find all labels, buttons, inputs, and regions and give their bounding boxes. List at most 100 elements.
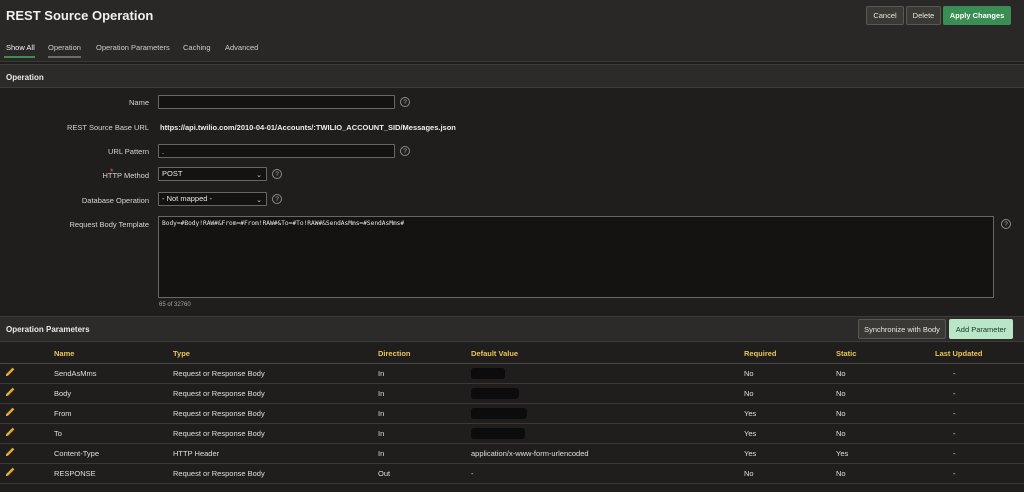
url-pattern-input[interactable] [158,144,395,158]
http-method-help-icon[interactable]: ? [272,169,282,179]
cell-default-value [467,383,740,404]
edit-column-header [0,345,50,364]
cell-default-value: application/x-www-form-urlencoded [467,443,740,464]
cell-direction: In [374,363,467,384]
cell-name: To [50,423,169,444]
tab-indicator-operation [48,56,81,58]
column-header-required[interactable]: Required [740,345,832,364]
cell-required: No [740,463,832,484]
edit-cell [0,363,50,384]
column-header-name[interactable]: Name [50,345,169,364]
cell-name: Body [50,383,169,404]
cell-default-value [467,403,740,424]
cell-name: From [50,403,169,424]
edit-cell [0,383,50,404]
db-operation-value: - Not mapped - [162,194,213,203]
redacted-value [471,367,505,379]
cell-required: No [740,383,832,404]
cell-default-value: - [467,463,740,484]
edit-cell [0,423,50,444]
cell-static: Yes [832,443,931,464]
body-template-label: Request Body Template [69,220,150,229]
chevron-down-icon: ⌄ [256,172,262,179]
cell-default-value [467,363,740,384]
active-tab-indicator [4,56,35,58]
cell-last-updated: - [931,443,1024,464]
page-title: REST Source Operation [6,8,154,23]
table-row: SendAsMms Request or Response Body In No… [0,363,1024,384]
cell-direction: In [374,423,467,444]
tab-advanced[interactable]: Advanced [225,43,258,52]
body-character-counter: 65 of 32760 [159,302,191,308]
cell-required: No [740,363,832,384]
table-row: From Request or Response Body In Yes No … [0,403,1024,424]
column-header-default-value[interactable]: Default Value [467,345,740,364]
url-pattern-help-icon[interactable]: ? [400,146,410,156]
cell-static: No [832,423,931,444]
cell-type: Request or Response Body [169,463,374,484]
cell-last-updated: - [931,383,1024,404]
edit-cell [0,443,50,464]
cell-name: SendAsMms [50,363,169,384]
cell-type: Request or Response Body [169,423,374,444]
name-label: Name [128,98,149,107]
chevron-down-icon: ⌄ [256,197,262,204]
page-header: REST Source Operation Cancel Delete Appl… [0,0,1024,34]
cell-last-updated: - [931,403,1024,424]
tab-operation[interactable]: Operation [48,43,81,52]
cell-default-value [467,423,740,444]
cell-type: Request or Response Body [169,403,374,424]
cell-required: Yes [740,443,832,464]
table-header-row: Name Type Direction Default Value Requir… [0,345,1024,364]
body-template-textarea[interactable]: Body=#Body!RAW#&From=#From!RAW#&To=#To!R… [158,216,994,298]
cell-required: Yes [740,423,832,444]
db-operation-help-icon[interactable]: ? [272,194,282,204]
cell-type: HTTP Header [169,443,374,464]
body-template-help-icon[interactable]: ? [1001,219,1011,229]
http-method-value: POST [162,169,183,178]
cell-last-updated: - [931,423,1024,444]
cell-type: Request or Response Body [169,363,374,384]
apply-changes-button[interactable]: Apply Changes [943,6,1011,25]
parameters-section-header: Operation Parameters Synchronize with Bo… [0,316,1024,342]
tab-bar: Show All Operation Operation Parameters … [0,34,1024,62]
cell-name: RESPONSE [50,463,169,484]
operation-section-header: Operation [0,64,1024,88]
tab-show-all[interactable]: Show All [6,43,35,52]
synchronize-with-body-button[interactable]: Synchronize with Body [858,319,946,339]
cell-direction: In [374,443,467,464]
tab-caching[interactable]: Caching [183,43,211,52]
add-parameter-button[interactable]: Add Parameter [949,319,1013,339]
table-row: Content-Type HTTP Header In application/… [0,443,1024,464]
column-header-static[interactable]: Static [832,345,931,364]
cell-direction: In [374,403,467,424]
redacted-value [471,407,527,419]
delete-button[interactable]: Delete [906,6,941,25]
column-header-last-updated[interactable]: Last Updated [931,345,1024,364]
db-operation-select[interactable]: - Not mapped - ⌄ [158,192,267,206]
cell-static: No [832,403,931,424]
redacted-value [471,427,525,439]
http-method-select[interactable]: POST ⌄ [158,167,267,181]
column-header-direction[interactable]: Direction [374,345,467,364]
base-url-value: https://api.twilio.com/2010-04-01/Accoun… [160,123,456,132]
pencil-icon[interactable] [4,366,16,378]
name-input[interactable] [158,95,395,109]
pencil-icon[interactable] [4,386,16,398]
cell-static: No [832,383,931,404]
cell-name: Content-Type [50,443,169,464]
pencil-icon[interactable] [4,446,16,458]
cell-required: Yes [740,403,832,424]
name-help-icon[interactable]: ? [400,97,410,107]
parameters-table: Name Type Direction Default Value Requir… [0,345,1024,484]
table-row: RESPONSE Request or Response Body Out - … [0,463,1024,484]
column-header-type[interactable]: Type [169,345,374,364]
pencil-icon[interactable] [4,466,16,478]
cancel-button[interactable]: Cancel [866,6,904,25]
tab-operation-parameters[interactable]: Operation Parameters [96,43,170,52]
pencil-icon[interactable] [4,426,16,438]
cell-type: Request or Response Body [169,383,374,404]
parameters-section-title: Operation Parameters [6,325,90,334]
redacted-value [471,387,519,399]
pencil-icon[interactable] [4,406,16,418]
